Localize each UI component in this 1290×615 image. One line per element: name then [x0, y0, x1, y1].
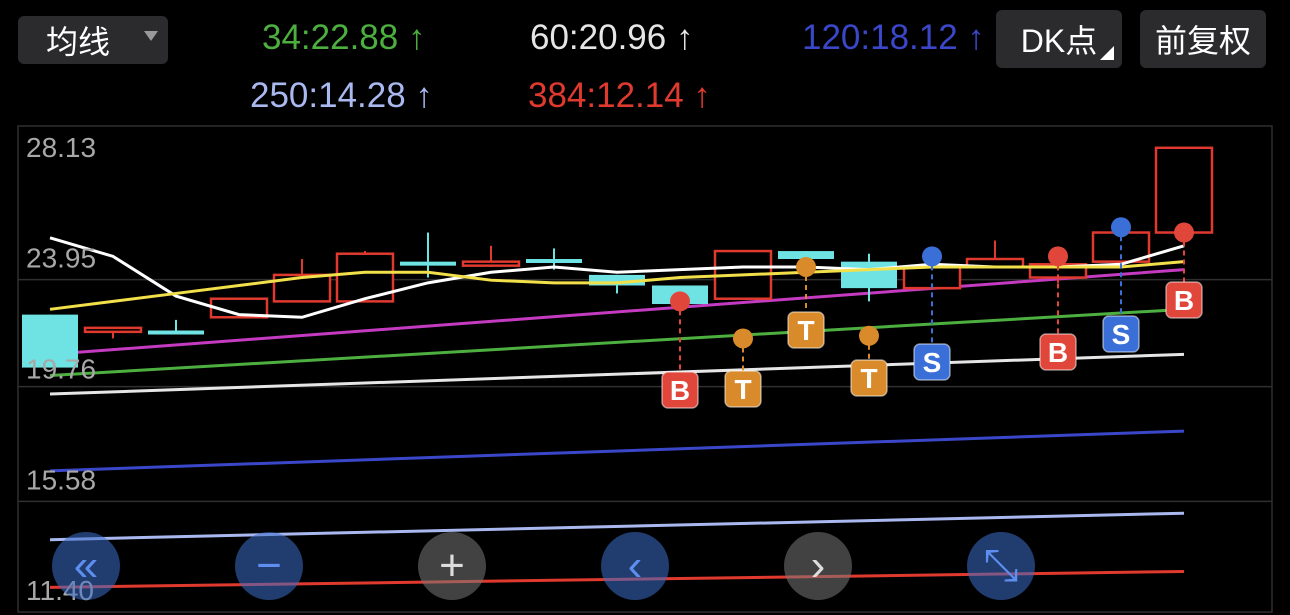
signal-dot — [733, 328, 753, 349]
candle-body — [148, 330, 204, 335]
signal-badge-label: S — [1112, 319, 1131, 350]
expand-button[interactable]: ⤡ — [967, 532, 1035, 600]
y-tick-label: 15.58 — [26, 464, 96, 495]
signal-badge-label: T — [797, 315, 814, 346]
signal-dot — [859, 325, 879, 346]
left-icon: ‹ — [627, 541, 643, 590]
expand-icon: ⤡ — [983, 541, 1019, 590]
signal-badge-label: T — [860, 363, 877, 394]
signal-dot — [922, 246, 942, 267]
right-icon: › — [810, 541, 826, 590]
rewind-icon: « — [73, 541, 99, 590]
ma-line-120 — [49, 429, 1185, 473]
y-tick-label: 23.95 — [26, 243, 96, 274]
candle-body — [83, 326, 143, 334]
signal-dot — [1174, 222, 1194, 243]
zoom-out-button[interactable]: − — [235, 532, 303, 600]
signal-dot — [796, 256, 816, 277]
signal-badge-label: T — [734, 374, 751, 405]
candle-body — [1154, 146, 1214, 234]
right-button[interactable]: › — [784, 532, 852, 600]
y-tick-label: 19.76 — [26, 354, 96, 385]
candle-body — [526, 259, 582, 264]
left-button[interactable]: ‹ — [601, 532, 669, 600]
zoom-in-button[interactable]: + — [418, 532, 486, 600]
signal-badge-label: B — [1174, 285, 1194, 316]
signal-dot — [1048, 246, 1068, 267]
ma-line-60 — [49, 352, 1185, 396]
signal-badge-label: B — [1048, 337, 1068, 368]
y-tick-label: 28.13 — [26, 132, 96, 163]
zoom-out-icon: − — [256, 541, 282, 590]
rewind-button[interactable]: « — [52, 532, 120, 600]
zoom-in-icon: + — [439, 541, 465, 590]
signal-badge-label: B — [670, 375, 690, 406]
signal-dot — [1111, 217, 1131, 238]
candle-body — [400, 261, 456, 266]
candlestick-chart[interactable]: 28.1323.9519.7615.5811.40B TTTS BSB — [0, 0, 1290, 615]
candle-body — [841, 261, 897, 289]
signal-badge-label: S — [923, 347, 942, 378]
signal-dot — [670, 291, 690, 312]
candle-body — [461, 260, 521, 267]
